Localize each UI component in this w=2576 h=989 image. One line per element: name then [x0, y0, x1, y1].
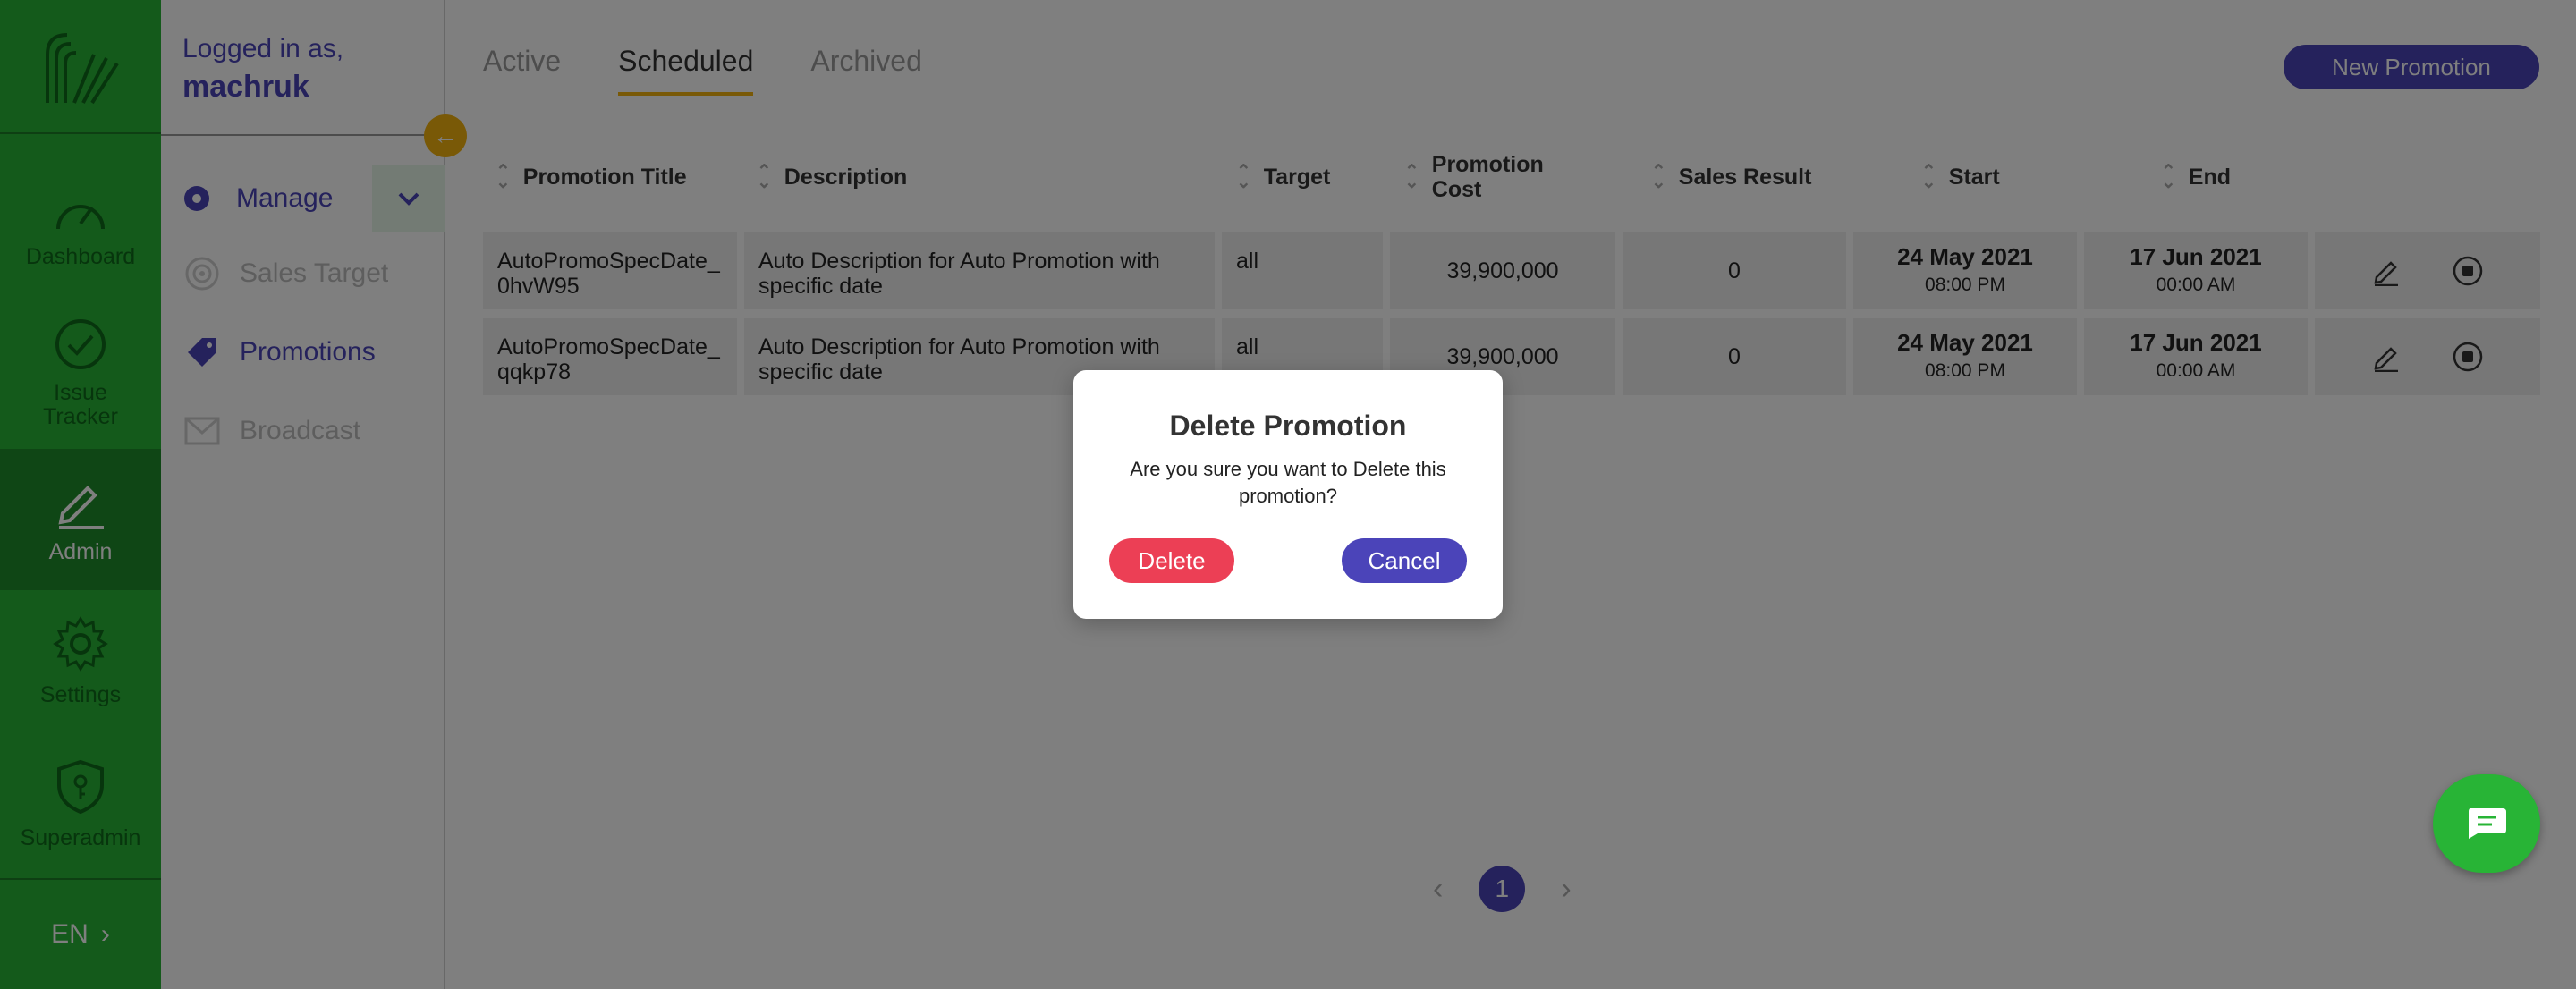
dialog-title: Delete Promotion	[1169, 410, 1407, 442]
dialog-message: Are you sure you want to Delete this pro…	[1130, 458, 1446, 507]
delete-promotion-dialog: Delete Promotion Are you sure you want t…	[1073, 370, 1503, 619]
confirm-delete-button[interactable]: Delete	[1109, 538, 1234, 583]
chat-button[interactable]	[2433, 774, 2540, 873]
chat-bubble-icon	[2469, 808, 2506, 839]
cancel-button[interactable]: Cancel	[1342, 538, 1467, 583]
